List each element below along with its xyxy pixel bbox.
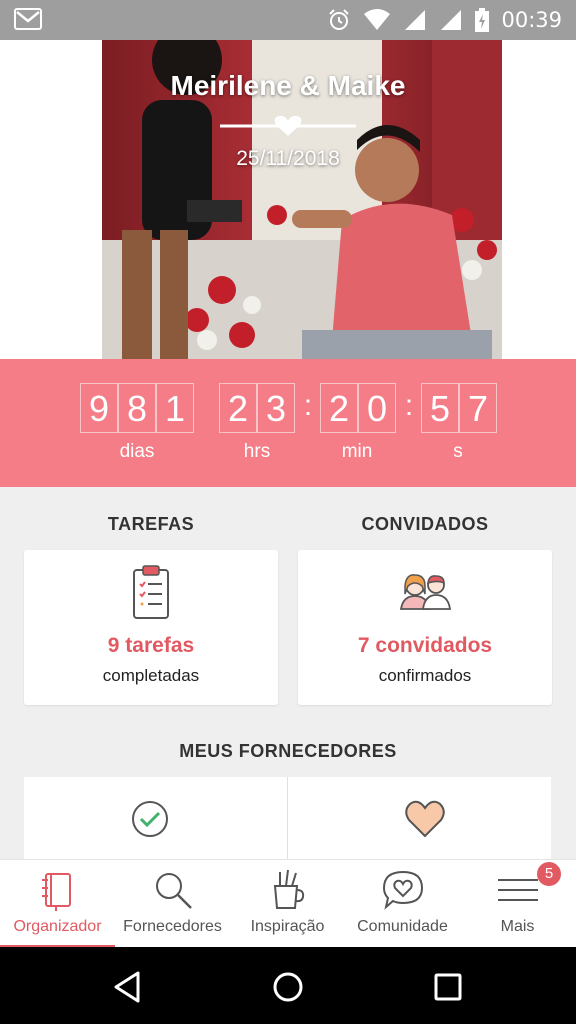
countdown-digit: 9 bbox=[80, 383, 118, 433]
vendors-hired[interactable] bbox=[24, 777, 287, 859]
vendors-favorites[interactable] bbox=[288, 777, 551, 859]
battery-icon bbox=[475, 8, 490, 32]
countdown-digit: 1 bbox=[156, 383, 194, 433]
guests-heading: CONVIDADOS bbox=[361, 514, 489, 534]
couple-names: Meirilene & Maike bbox=[170, 70, 406, 101]
guests-count: 7 convidados bbox=[357, 634, 493, 657]
chat-heart-icon bbox=[382, 870, 423, 910]
countdown-digit: 7 bbox=[459, 383, 497, 433]
countdown-digit: 5 bbox=[421, 383, 459, 433]
hero-section: Meirilene & Maike 25/11/2018 bbox=[0, 40, 576, 359]
nav-label: Organizador bbox=[13, 918, 102, 935]
clipboard-checklist-icon bbox=[133, 565, 169, 619]
alarm-icon bbox=[329, 9, 350, 30]
signal-icon bbox=[405, 10, 426, 30]
back-icon[interactable] bbox=[110, 969, 146, 1005]
status-bar: 00:39 bbox=[0, 0, 576, 40]
pencil-cup-icon bbox=[273, 869, 304, 909]
nav-item-fornecedores[interactable]: Fornecedores bbox=[115, 860, 230, 948]
status-time: 00:39 bbox=[501, 8, 562, 32]
guests-card[interactable]: 7 convidados confirmados bbox=[298, 550, 552, 705]
notebook-icon bbox=[41, 873, 71, 911]
countdown-timer: 9 8 1 2 3 : 2 0 : 5 7 dias hrs min s bbox=[0, 359, 576, 487]
wifi-icon bbox=[364, 9, 391, 30]
countdown-digit: 0 bbox=[358, 383, 396, 433]
signal-icon bbox=[441, 10, 462, 30]
heart-icon bbox=[405, 800, 445, 838]
countdown-label-seconds: s bbox=[453, 441, 463, 462]
recents-icon[interactable] bbox=[430, 969, 466, 1005]
tasks-heading: TAREFAS bbox=[107, 514, 195, 534]
check-circle-icon bbox=[132, 801, 168, 837]
home-icon[interactable] bbox=[270, 969, 306, 1005]
countdown-digit: 2 bbox=[320, 383, 358, 433]
countdown-separator: : bbox=[303, 389, 313, 422]
nav-label: Inspiração bbox=[250, 918, 325, 935]
nav-item-inspiracao[interactable]: Inspiração bbox=[230, 860, 345, 948]
countdown-digit: 2 bbox=[219, 383, 257, 433]
countdown-label-hours: hrs bbox=[243, 441, 271, 462]
android-navigation-bar bbox=[0, 947, 576, 1024]
notification-badge: 5 bbox=[537, 862, 561, 886]
vendors-card bbox=[24, 777, 551, 859]
nav-item-organizador[interactable]: Organizador bbox=[0, 860, 115, 948]
nav-label: Comunidade bbox=[357, 918, 448, 935]
nav-item-comunidade[interactable]: Comunidade bbox=[345, 860, 460, 948]
gmail-icon bbox=[14, 8, 42, 30]
countdown-label-days: dias bbox=[119, 441, 155, 462]
countdown-digit: 3 bbox=[257, 383, 295, 433]
tasks-sub: completadas bbox=[102, 666, 200, 685]
countdown-digit: 8 bbox=[118, 383, 156, 433]
heart-divider-icon bbox=[220, 115, 356, 136]
menu-icon bbox=[497, 879, 538, 901]
tasks-count: 9 tarefas bbox=[107, 634, 195, 657]
bottom-navigation: Organizador Fornecedores Inspiração Comu… bbox=[0, 859, 576, 948]
countdown-separator: : bbox=[404, 389, 414, 422]
guests-couple-icon bbox=[399, 574, 452, 610]
nav-label: Mais bbox=[500, 918, 535, 935]
countdown-label-minutes: min bbox=[341, 441, 373, 462]
nav-label: Fornecedores bbox=[123, 918, 222, 935]
tasks-card[interactable]: 9 tarefas completadas bbox=[24, 550, 278, 705]
wedding-date: 25/11/2018 bbox=[236, 147, 340, 170]
vendors-heading: MEUS FORNECEDORES bbox=[179, 741, 397, 761]
guests-sub: confirmados bbox=[378, 666, 472, 685]
search-icon bbox=[155, 873, 192, 909]
